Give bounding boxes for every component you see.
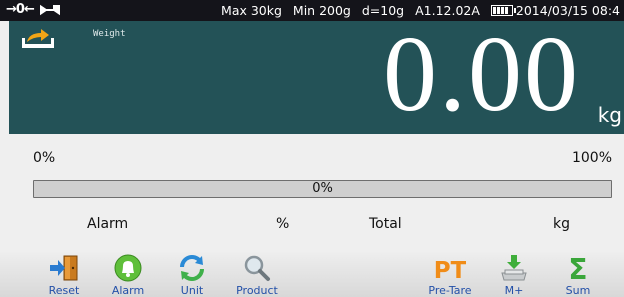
tray-icon bbox=[22, 29, 54, 48]
progress-bar: 0% bbox=[33, 180, 612, 198]
alarm-button-label: Alarm bbox=[111, 284, 145, 297]
progress-max-label: 100% bbox=[571, 150, 612, 166]
refresh-icon bbox=[180, 255, 204, 281]
max-capacity: Max 30kg bbox=[221, 3, 282, 18]
alarm-button[interactable]: Alarm bbox=[96, 253, 160, 297]
zero-indicator: →0← bbox=[6, 2, 35, 17]
unit-button[interactable]: Unit bbox=[160, 253, 224, 297]
total-unit: kg bbox=[553, 216, 570, 232]
memory-add-button[interactable]: M+ bbox=[482, 253, 546, 297]
weight-value: 0.00 bbox=[383, 15, 580, 134]
sum-label: Sum bbox=[565, 284, 591, 297]
svg-text:PT: PT bbox=[434, 258, 466, 283]
min-capacity: Min 200g bbox=[292, 3, 351, 18]
weight-display: Weight 0.00 kg bbox=[9, 15, 624, 134]
stable-indicator-icon bbox=[39, 2, 61, 20]
memory-add-label: M+ bbox=[504, 284, 524, 297]
sigma-icon: Σ bbox=[568, 253, 587, 283]
alarm-label: Alarm bbox=[87, 216, 129, 232]
magnifier-icon bbox=[244, 255, 270, 281]
weight-label: Weight bbox=[93, 29, 126, 39]
reset-button[interactable]: Reset bbox=[32, 253, 96, 297]
total-label: Total bbox=[369, 216, 402, 232]
unit-label: Unit bbox=[180, 284, 204, 297]
progress-min-label: 0% bbox=[33, 150, 56, 166]
pt-icon: PT bbox=[434, 258, 466, 283]
pre-tare-button[interactable]: PT Pre-Tare bbox=[418, 253, 482, 297]
bell-icon bbox=[114, 254, 142, 282]
sum-button[interactable]: Σ Sum bbox=[546, 253, 610, 297]
exit-door-icon bbox=[50, 255, 78, 281]
product-button[interactable]: Product bbox=[225, 253, 289, 297]
progress-text: 0% bbox=[312, 181, 333, 196]
pre-tare-label: Pre-Tare bbox=[428, 284, 472, 297]
product-label: Product bbox=[236, 284, 278, 297]
alarm-unit: % bbox=[276, 216, 290, 232]
toolbar: Reset Alarm Unit Product PT Pre-Tare M+ … bbox=[0, 252, 624, 297]
svg-text:Σ: Σ bbox=[568, 253, 587, 283]
weight-unit: kg bbox=[597, 103, 622, 127]
reset-label: Reset bbox=[48, 284, 80, 297]
memory-add-icon bbox=[501, 255, 527, 281]
